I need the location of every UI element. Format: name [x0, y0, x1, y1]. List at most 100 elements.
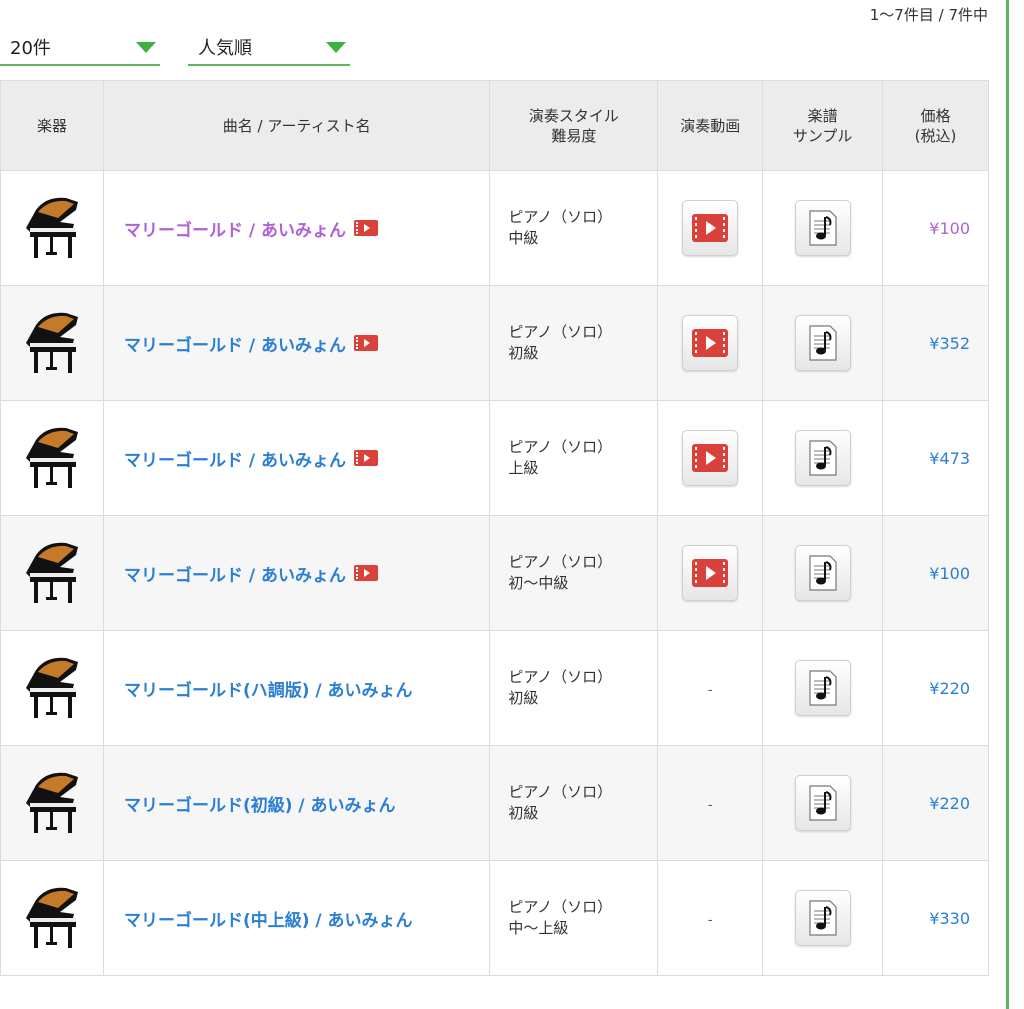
header-sample: 楽譜 サンプル — [762, 80, 884, 171]
style-cell: ピアノ（ソロ） 初級 — [489, 745, 659, 861]
video-play-icon — [683, 213, 737, 243]
sheet-sample-button[interactable] — [794, 200, 851, 256]
header-title: 曲名 / アーティスト名 — [102, 80, 491, 171]
video-cell: - — [657, 860, 764, 976]
title-cell: マリーゴールド / あいみょん — [102, 400, 491, 516]
count-select-value: 20件 — [10, 38, 51, 59]
video-cell: - — [657, 745, 764, 861]
price-cell: ¥473 — [882, 400, 989, 516]
price-cell: ¥100 — [882, 170, 989, 286]
header-price-line1: 価格 — [920, 106, 951, 125]
style-cell: ピアノ（ソロ） 上級 — [489, 400, 659, 516]
count-select[interactable]: 20件 — [0, 30, 160, 66]
sample-cell — [762, 745, 884, 861]
header-style: 演奏スタイル 難易度 — [489, 80, 659, 171]
green-side-border — [1006, 0, 1009, 1009]
sheet-sample-button[interactable] — [794, 545, 851, 601]
video-cell — [657, 400, 764, 516]
video-cell: - — [657, 630, 764, 746]
video-play-button[interactable] — [682, 200, 739, 256]
sample-cell — [762, 515, 884, 631]
sheet-music-icon — [796, 324, 850, 362]
style-text: ピアノ（ソロ） — [508, 208, 613, 226]
instrument-cell — [0, 515, 104, 631]
title-cell: マリーゴールド(ハ調版) / あいみょん — [102, 630, 491, 746]
sheet-sample-button[interactable] — [794, 315, 851, 371]
video-play-icon — [683, 558, 737, 588]
video-play-button[interactable] — [682, 430, 739, 486]
grand-piano-icon[interactable] — [16, 427, 88, 498]
song-link[interactable]: マリーゴールド / あいみょん — [124, 221, 346, 241]
sample-cell — [762, 170, 884, 286]
style-cell: ピアノ（ソロ） 中〜上級 — [489, 860, 659, 976]
sheet-music-icon — [796, 784, 850, 822]
header-instrument: 楽器 — [0, 80, 104, 171]
table-row: マリーゴールド / あいみょん ピアノ（ソロ） 初〜中級 ¥100 — [0, 515, 989, 631]
level-text: 初〜中級 — [508, 574, 569, 592]
style-text: ピアノ（ソロ） — [508, 438, 613, 456]
grand-piano-icon[interactable] — [16, 197, 88, 268]
sort-select[interactable]: 人気順 — [188, 30, 350, 66]
table-row: マリーゴールド(中上級) / あいみょん ピアノ（ソロ） 中〜上級 - ¥330 — [0, 860, 989, 976]
instrument-cell — [0, 630, 104, 746]
song-link[interactable]: マリーゴールド(初級) / あいみょん — [124, 796, 396, 816]
style-text: ピアノ（ソロ） — [508, 898, 613, 916]
style-cell: ピアノ（ソロ） 中級 — [489, 170, 659, 286]
sheet-sample-button[interactable] — [794, 660, 851, 716]
sheet-music-icon — [796, 209, 850, 247]
video-play-button[interactable] — [682, 545, 739, 601]
sample-cell — [762, 285, 884, 401]
song-link[interactable]: マリーゴールド(中上級) / あいみょん — [124, 911, 413, 931]
video-cell — [657, 515, 764, 631]
song-link[interactable]: マリーゴールド / あいみょん — [124, 451, 346, 471]
video-play-button[interactable] — [682, 315, 739, 371]
style-cell: ピアノ（ソロ） 初級 — [489, 285, 659, 401]
instrument-cell — [0, 860, 104, 976]
chevron-down-icon — [136, 42, 156, 53]
grand-piano-icon[interactable] — [16, 312, 88, 383]
price-cell: ¥352 — [882, 285, 989, 401]
instrument-cell — [0, 400, 104, 516]
header-video: 演奏動画 — [657, 80, 764, 171]
song-link[interactable]: マリーゴールド / あいみょん — [124, 336, 346, 356]
video-play-icon — [683, 328, 737, 358]
song-link[interactable]: マリーゴールド / あいみょん — [124, 566, 346, 586]
style-text: ピアノ（ソロ） — [508, 553, 613, 571]
style-cell: ピアノ（ソロ） 初〜中級 — [489, 515, 659, 631]
grand-piano-icon[interactable] — [16, 657, 88, 728]
sheet-music-icon — [796, 899, 850, 937]
price-cell: ¥100 — [882, 515, 989, 631]
style-cell: ピアノ（ソロ） 初級 — [489, 630, 659, 746]
no-video-dash: - — [707, 797, 713, 813]
table-row: マリーゴールド / あいみょん ピアノ（ソロ） 初級 ¥352 — [0, 285, 989, 401]
level-text: 初級 — [508, 689, 539, 707]
no-video-dash: - — [707, 682, 713, 698]
instrument-cell — [0, 170, 104, 286]
title-cell: マリーゴールド(初級) / あいみょん — [102, 745, 491, 861]
video-cell — [657, 285, 764, 401]
results-table: 楽器 曲名 / アーティスト名 演奏スタイル 難易度 演奏動画 楽譜 サンプル 価格… — [0, 80, 989, 976]
grand-piano-icon[interactable] — [16, 542, 88, 613]
sheet-sample-button[interactable] — [794, 775, 851, 831]
sheet-music-icon — [796, 554, 850, 592]
sample-cell — [762, 860, 884, 976]
song-link[interactable]: マリーゴールド(ハ調版) / あいみょん — [124, 681, 413, 701]
grand-piano-icon[interactable] — [16, 887, 88, 958]
sheet-sample-button[interactable] — [794, 430, 851, 486]
video-badge-icon — [354, 335, 378, 351]
level-text: 上級 — [508, 459, 539, 477]
sheet-sample-button[interactable] — [794, 890, 851, 946]
level-text: 中〜上級 — [508, 919, 569, 937]
price-cell: ¥330 — [882, 860, 989, 976]
title-cell: マリーゴールド(中上級) / あいみょん — [102, 860, 491, 976]
table-row: マリーゴールド(ハ調版) / あいみょん ピアノ（ソロ） 初級 - ¥220 — [0, 630, 989, 746]
header-sample-line1: 楽譜 — [807, 106, 838, 125]
video-badge-icon — [354, 565, 378, 581]
title-cell: マリーゴールド / あいみょん — [102, 170, 491, 286]
grand-piano-icon[interactable] — [16, 772, 88, 843]
header-price: 価格 (税込) — [882, 80, 989, 171]
chevron-down-icon — [326, 42, 346, 53]
style-text: ピアノ（ソロ） — [508, 783, 613, 801]
title-cell: マリーゴールド / あいみょん — [102, 285, 491, 401]
level-text: 初級 — [508, 804, 539, 822]
